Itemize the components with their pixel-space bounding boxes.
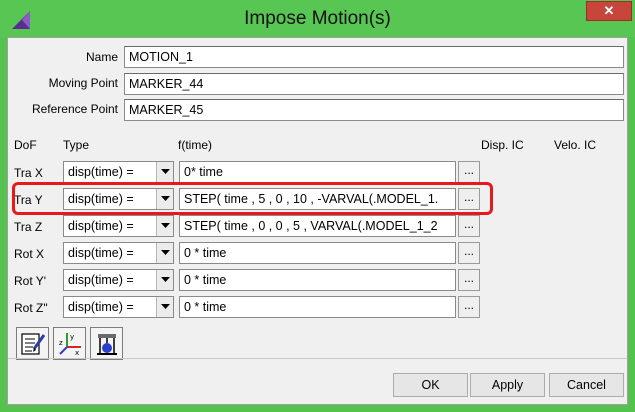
velo-ic-column-header: Velo. IC [554,138,597,152]
dof-label-rot-y: Rot Y' [14,274,47,288]
reference-point-label: Reference Point [31,102,118,116]
type-select-tra-z[interactable]: disp(time) = [63,215,174,237]
type-select-rot-z[interactable]: disp(time) = [63,296,174,318]
highlight-box [12,182,493,215]
dof-column-header: DoF [14,138,37,152]
cancel-button[interactable]: Cancel [549,373,624,397]
type-select-rot-x[interactable]: disp(time) = [63,242,174,264]
chevron-down-icon[interactable] [156,297,173,317]
function-field-rot-x[interactable]: 0 * time [179,242,456,264]
window-title: Impose Motion(s) [244,8,391,29]
chevron-down-icon[interactable] [156,162,173,182]
function-builder-button-rot-z[interactable]: ... [458,296,480,318]
moving-point-label: Moving Point [48,76,118,90]
chevron-down-icon[interactable] [156,270,173,290]
name-field[interactable]: MOTION_1 [124,46,624,68]
function-field-tra-x[interactable]: 0* time [179,161,456,183]
chevron-down-icon[interactable] [156,216,173,236]
function-field-tra-z[interactable]: STEP( time , 0 , 0 , 5 , VARVAL(.MODEL_1… [179,215,456,237]
chevron-down-icon[interactable] [156,243,173,263]
moving-point-field[interactable]: MARKER_44 [124,73,624,95]
function-builder-button-rot-x[interactable]: ... [458,242,480,264]
dof-label-tra-x: Tra X [14,166,43,180]
type-select-value: disp(time) = [68,165,134,179]
type-select-value: disp(time) = [68,219,134,233]
dialog-window: Impose Motion(s) ✕ Name MOTION_1 Moving … [0,0,635,412]
footer-divider [8,358,627,359]
edit-list-button[interactable] [16,327,49,360]
apply-button[interactable]: Apply [470,373,545,397]
title-bar[interactable]: Impose Motion(s) ✕ [0,0,635,37]
function-builder-button-tra-z[interactable]: ... [458,215,480,237]
type-select-tra-x[interactable]: disp(time) = [63,161,174,183]
close-button[interactable]: ✕ [586,1,632,21]
joint-motion-button[interactable] [90,327,123,360]
type-select-value: disp(time) = [68,273,134,287]
reference-point-field[interactable]: MARKER_45 [124,99,624,121]
svg-text:z: z [59,339,63,347]
dialog-body: Name MOTION_1 Moving Point MARKER_44 Ref… [7,37,628,405]
type-select-rot-y[interactable]: disp(time) = [63,269,174,291]
type-column-header: Type [63,138,90,152]
function-builder-button-rot-y[interactable]: ... [458,269,480,291]
dof-label-rot-z: Rot Z" [14,301,48,315]
disp-ic-column-header: Disp. IC [481,138,524,152]
dof-label-rot-x: Rot X [14,247,45,261]
function-field-rot-y[interactable]: 0 * time [179,269,456,291]
type-select-value: disp(time) = [68,300,134,314]
coordinate-axes-button[interactable]: y z x [53,327,86,360]
svg-text:y: y [70,333,74,341]
ok-button[interactable]: OK [393,373,468,397]
name-label: Name [85,50,118,64]
dof-label-tra-z: Tra Z [14,220,43,234]
ftime-column-header: f(time) [178,138,212,152]
function-field-rot-z[interactable]: 0 * time [179,296,456,318]
type-select-value: disp(time) = [68,246,134,260]
svg-text:x: x [75,349,79,357]
function-builder-button-tra-x[interactable]: ... [458,161,480,183]
